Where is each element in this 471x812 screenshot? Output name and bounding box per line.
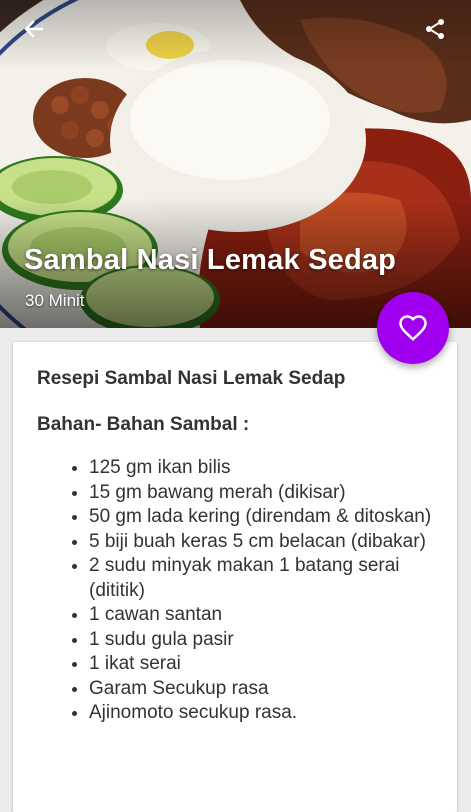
ingredient-item: 1 sudu gula pasir [89,628,434,653]
back-button[interactable] [22,17,50,45]
recipe-title: Sambal Nasi Lemak Sedap [24,244,397,276]
ingredient-item: 1 ikat serai [89,652,434,677]
ingredient-item: 15 gm bawang merah (dikisar) [89,481,434,506]
arrow-left-icon [24,20,44,38]
recipe-time: 30 Minit [25,291,85,310]
ingredients-heading: Bahan- Bahan Sambal : [37,414,250,435]
ingredient-item: 2 sudu minyak makan 1 batang serai (diti… [89,554,434,603]
recipe-card: Resepi Sambal Nasi Lemak Sedap Bahan- Ba… [13,342,457,812]
top-shade [0,0,471,70]
ingredient-item: Ajinomoto secukup rasa. [89,701,434,726]
favorite-button[interactable] [377,292,449,364]
share-button[interactable] [423,17,451,45]
ingredient-item: Garam Secukup rasa [89,677,434,702]
ingredients-list: 125 gm ikan bilis 15 gm bawang merah (di… [49,456,434,726]
recipe-hero-image: Sambal Nasi Lemak Sedap 30 Minit [0,0,471,328]
ingredient-item: 5 biji buah keras 5 cm belacan (dibakar) [89,530,434,555]
heart-outline-icon [399,315,427,341]
ingredient-item: 125 gm ikan bilis [89,456,434,481]
share-icon [426,19,444,39]
ingredient-item: 1 cawan santan [89,603,434,628]
ingredient-item: 50 gm lada kering (direndam & ditoskan) [89,505,434,530]
recipe-heading: Resepi Sambal Nasi Lemak Sedap [37,368,346,389]
